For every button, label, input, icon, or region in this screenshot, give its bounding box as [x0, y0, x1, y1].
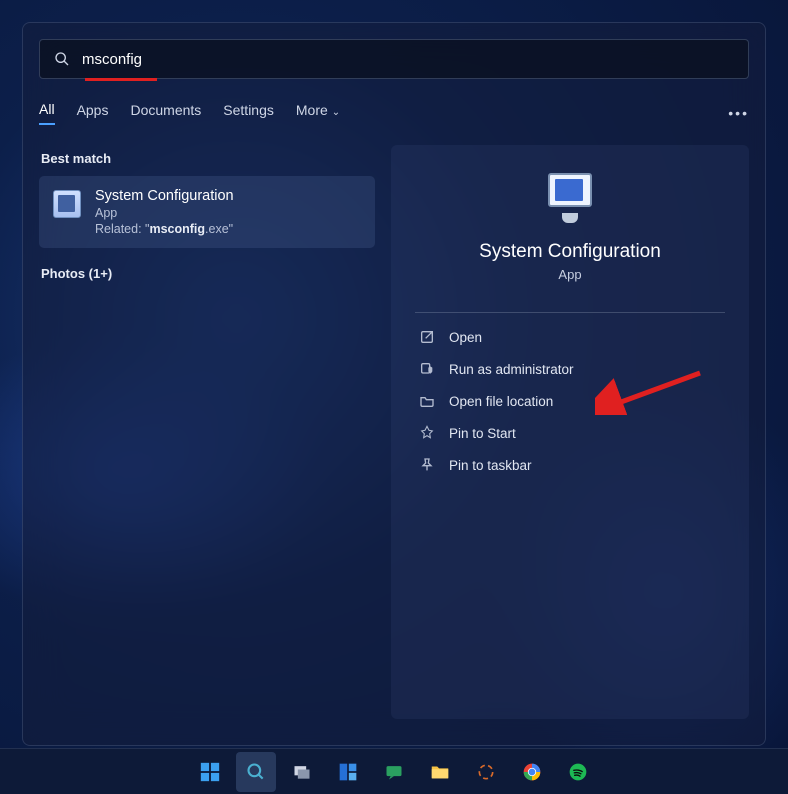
tab-all[interactable]: All	[39, 101, 55, 125]
chrome-icon	[522, 762, 542, 782]
tab-documents[interactable]: Documents	[130, 102, 201, 124]
task-view-icon	[292, 762, 312, 782]
shield-icon	[419, 361, 435, 377]
taskbar-app-spotify[interactable]	[558, 752, 598, 792]
tab-more-label: More	[296, 102, 328, 118]
photos-section-label[interactable]: Photos (1+)	[41, 266, 375, 281]
action-label: Pin to taskbar	[449, 458, 532, 473]
open-icon	[419, 329, 435, 345]
start-button[interactable]	[190, 752, 230, 792]
action-label: Open	[449, 330, 482, 345]
search-input[interactable]	[82, 51, 734, 68]
taskbar-app-chat[interactable]	[374, 752, 414, 792]
taskbar	[0, 748, 788, 794]
folder-icon	[429, 761, 451, 783]
annotation-underline	[85, 78, 157, 81]
taskbar-app-chrome[interactable]	[512, 752, 552, 792]
action-label: Run as administrator	[449, 362, 574, 377]
result-title: System Configuration	[95, 188, 234, 204]
search-icon	[246, 762, 266, 782]
widgets-icon	[338, 762, 358, 782]
pin-icon	[419, 425, 435, 441]
action-pin-to-taskbar[interactable]: Pin to taskbar	[415, 449, 725, 481]
overflow-menu-icon[interactable]: •••	[728, 105, 749, 121]
start-search-panel: All Apps Documents Settings More ⌄ ••• Be…	[22, 22, 766, 746]
widgets-button[interactable]	[328, 752, 368, 792]
chat-icon	[384, 762, 404, 782]
circle-arrows-icon	[476, 762, 496, 782]
result-type: App	[95, 206, 234, 220]
spotify-icon	[568, 762, 588, 782]
best-match-label: Best match	[41, 151, 375, 166]
tab-settings[interactable]: Settings	[223, 102, 274, 124]
chevron-down-icon: ⌄	[332, 107, 340, 118]
action-open-file-location[interactable]: Open file location	[415, 385, 725, 417]
windows-icon	[199, 761, 221, 783]
msconfig-large-icon	[540, 173, 600, 223]
results-column: Best match System Configuration App Rela…	[39, 145, 375, 719]
search-icon	[54, 51, 70, 67]
preview-type: App	[558, 267, 581, 282]
action-run-as-admin[interactable]: Run as administrator	[415, 353, 725, 385]
taskbar-search[interactable]	[236, 752, 276, 792]
task-view[interactable]	[282, 752, 322, 792]
result-related: Related: "msconfig.exe"	[95, 222, 234, 236]
pin-icon	[419, 457, 435, 473]
action-open[interactable]: Open	[415, 321, 725, 353]
filter-tabs: All Apps Documents Settings More ⌄ •••	[23, 79, 765, 133]
tab-more[interactable]: More ⌄	[296, 102, 340, 124]
action-pin-to-start[interactable]: Pin to Start	[415, 417, 725, 449]
action-list: Open Run as administrator Open file loca…	[415, 321, 725, 481]
taskbar-app-generic[interactable]	[466, 752, 506, 792]
preview-title: System Configuration	[479, 241, 661, 263]
preview-pane: System Configuration App Open Run as adm…	[391, 145, 749, 719]
search-bar[interactable]	[39, 39, 749, 79]
folder-icon	[419, 393, 435, 409]
action-label: Open file location	[449, 394, 553, 409]
result-system-configuration[interactable]: System Configuration App Related: "mscon…	[39, 176, 375, 248]
msconfig-icon	[53, 190, 81, 218]
divider	[415, 312, 725, 313]
file-explorer[interactable]	[420, 752, 460, 792]
tab-apps[interactable]: Apps	[77, 102, 109, 124]
action-label: Pin to Start	[449, 426, 516, 441]
